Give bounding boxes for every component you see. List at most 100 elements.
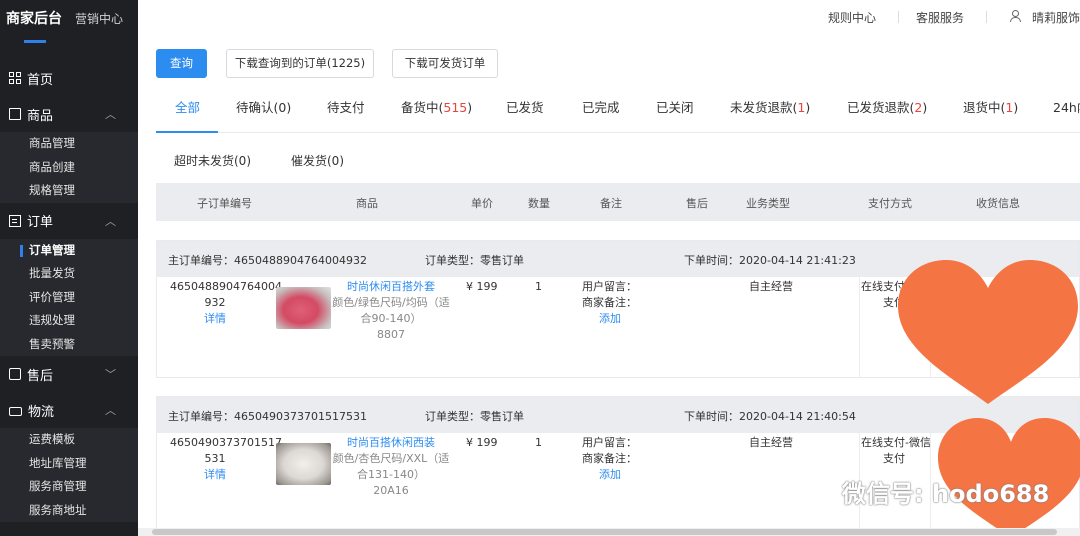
sidebar-item-violation[interactable]: 违规处理 <box>0 309 138 333</box>
tab-all[interactable]: 全部 <box>175 97 200 116</box>
chevron-down-icon: ﹀ <box>105 368 116 381</box>
tab-unshipped-refund[interactable]: 未发货退款(1) <box>730 97 810 116</box>
sidebar-item-label: 首页 <box>27 72 54 88</box>
scrollbar-thumb[interactable] <box>152 529 1057 535</box>
detail-link[interactable]: 详情 <box>170 467 260 483</box>
product-thumbnail[interactable] <box>276 443 331 485</box>
heart-sticker <box>898 260 1078 404</box>
sidebar-group-logistics[interactable]: 物流 ︿ <box>0 392 138 428</box>
brand-title[interactable]: 商家后台 <box>6 8 62 28</box>
sidebar-item-provider-manage[interactable]: 服务商管理 <box>0 475 138 499</box>
column-header: 子订单编号 <box>197 197 252 210</box>
subtab-overdue-unshipped[interactable]: 超时未发货(0) <box>174 152 251 169</box>
tab-closed[interactable]: 已关闭 <box>656 97 694 116</box>
tab-label: 待确认(0) <box>236 100 292 115</box>
download-shippable-orders-button[interactable]: 下载可发货订单 <box>392 49 498 78</box>
product-sku: 8807 <box>377 328 405 341</box>
rules-center-link[interactable]: 规则中心 <box>828 9 876 26</box>
tab-returning[interactable]: 退货中(1) <box>963 97 1018 116</box>
payment-method: 在线支付-微信 支付 <box>861 435 936 467</box>
payment-line: 支付 <box>883 452 905 465</box>
order-type: 订单类型：零售订单 <box>425 254 524 267</box>
order-type: 订单类型：零售订单 <box>425 410 524 423</box>
marketing-center-link[interactable]: 营销中心 <box>75 10 123 27</box>
tab-preparing[interactable]: 备货中(515) <box>401 97 472 116</box>
document-icon <box>9 214 21 227</box>
customer-service-link[interactable]: 客服服务 <box>916 9 964 26</box>
sidebar-group-label: 商品 <box>27 108 54 124</box>
sidebar-item-sale-warning[interactable]: 售卖预警 <box>0 333 138 357</box>
sub-order-number: 4650490373701517 531 详情 <box>170 435 282 483</box>
tab-label: 待支付 <box>327 100 365 115</box>
quantity: 1 <box>535 280 542 293</box>
sidebar-group-label: 物流 <box>28 404 55 420</box>
sidebar-menu: 首页 商品 ︿ 商品管理 商品创建 规格管理 订单 ︿ 订单管理 批量发货 评价… <box>0 60 138 522</box>
tab-label: 已完成 <box>582 100 620 115</box>
tab-label: 已发货退款( <box>847 100 915 115</box>
tab-label: 全部 <box>175 100 201 115</box>
horizontal-scrollbar[interactable] <box>138 528 1080 536</box>
tab-shipped[interactable]: 已发货 <box>506 97 544 116</box>
sidebar-group-goods[interactable]: 商品 ︿ <box>0 96 138 132</box>
tab-label: 备货中( <box>401 100 444 115</box>
sidebar-item-provider-address[interactable]: 服务商地址 <box>0 499 138 523</box>
product-spec: 合90-140） <box>360 312 422 325</box>
tab-label: 已发货 <box>506 100 544 115</box>
brand-active-indicator <box>24 40 46 43</box>
truck-icon <box>9 406 22 416</box>
sub-order-number: 4650488904764004 932 详情 <box>170 279 282 327</box>
box-icon <box>9 108 21 120</box>
tab-label: 未发货退款( <box>730 100 798 115</box>
sidebar-group-aftersale[interactable]: 售后 ﹀ <box>0 356 138 392</box>
product-sku: 20A16 <box>373 484 409 497</box>
sidebar-item-spec-manage[interactable]: 规格管理 <box>0 179 138 203</box>
tab-count: 515 <box>443 100 468 115</box>
sidebar-group-orders[interactable]: 订单 ︿ <box>0 203 138 239</box>
table-header: 子订单编号 商品 单价 数量 备注 售后 业务类型 支付方式 收货信息 <box>156 183 1080 221</box>
tab-label: 24h内 <box>1053 100 1080 115</box>
remarks: 用户留言： 商家备注： 添加 <box>582 279 652 327</box>
sub-order-number-line: 4650488904764004 <box>170 280 282 293</box>
query-button[interactable]: 查询 <box>156 49 207 78</box>
product-spec: 合131-140） <box>357 468 425 481</box>
merchant-note-label: 商家备注： <box>582 296 637 309</box>
sidebar-item-goods-create[interactable]: 商品创建 <box>0 156 138 180</box>
tab-shipped-refund[interactable]: 已发货退款(2) <box>847 97 927 116</box>
sidebar-item-order-manage[interactable]: 订单管理 <box>0 239 138 263</box>
sidebar-item-address-library[interactable]: 地址库管理 <box>0 452 138 476</box>
add-note-link[interactable]: 添加 <box>582 467 652 483</box>
subtab-urge-ship[interactable]: 催发货(0) <box>291 152 344 169</box>
add-note-link[interactable]: 添加 <box>582 311 652 327</box>
grid-icon <box>9 72 21 84</box>
tab-pending-confirm[interactable]: 待确认(0) <box>236 97 291 116</box>
product-thumbnail[interactable] <box>276 287 331 329</box>
sidebar: 商家后台 营销中心 首页 商品 ︿ 商品管理 商品创建 规格管理 订单 ︿ 订单… <box>0 0 138 536</box>
sidebar-item-review-manage[interactable]: 评价管理 <box>0 286 138 310</box>
sidebar-item-goods-manage[interactable]: 商品管理 <box>0 132 138 156</box>
tab-label: 已关闭 <box>656 100 694 115</box>
product-name-link[interactable]: 时尚休闲百搭外套 <box>331 279 451 295</box>
sidebar-group-label: 订单 <box>27 215 54 230</box>
chevron-up-icon: ︿ <box>105 404 116 417</box>
tab-completed[interactable]: 已完成 <box>582 97 620 116</box>
sub-order-number-line: 932 <box>204 296 226 309</box>
shop-name[interactable]: 晴莉服饰 <box>1032 9 1080 26</box>
product-spec: 颜色/绿色尺码/均码（适 <box>332 296 450 309</box>
order-status-tabs: 全部 待确认(0) 待支付 备货中(515) 已发货 已完成 已关闭 未发货退款… <box>156 90 1080 133</box>
tab-pending-payment[interactable]: 待支付 <box>327 97 365 116</box>
sidebar-item-home[interactable]: 首页 <box>0 60 138 96</box>
product-info: 时尚百搭休闲西装 颜色/杏色尺码/XXL（适 合131-140） 20A16 <box>331 435 451 499</box>
download-queried-orders-button[interactable]: 下载查询到的订单(1225) <box>226 49 374 78</box>
payment-line: 在线支付-微信 <box>861 436 931 449</box>
sidebar-item-freight-template[interactable]: 运费模板 <box>0 428 138 452</box>
user-message-label: 用户留言： <box>582 280 637 293</box>
detail-link[interactable]: 详情 <box>170 311 260 327</box>
tab-suffix: ) <box>467 100 473 115</box>
column-header: 业务类型 <box>746 197 790 210</box>
product-name-link[interactable]: 时尚百搭休闲西装 <box>331 435 451 451</box>
sidebar-item-batch-ship[interactable]: 批量发货 <box>0 262 138 286</box>
column-header: 支付方式 <box>868 197 912 210</box>
unit-price: ¥ 199 <box>466 280 498 293</box>
tab-24h[interactable]: 24h内 <box>1053 97 1080 116</box>
aftersale-icon <box>9 368 21 380</box>
